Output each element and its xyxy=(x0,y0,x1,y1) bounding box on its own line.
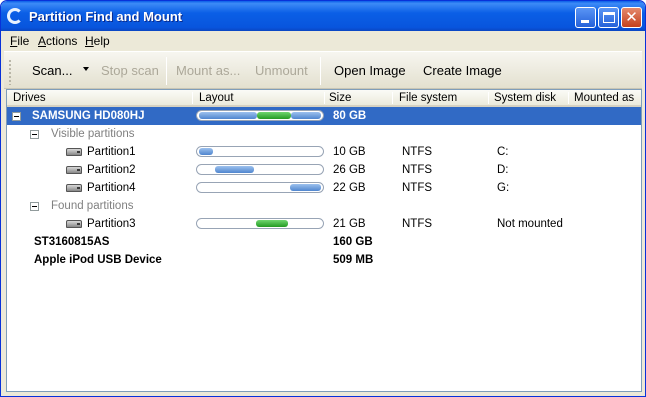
toolbar-separator xyxy=(166,57,167,85)
partition-size: 26 GB xyxy=(333,164,366,176)
column-mounted-as[interactable]: Mounted as xyxy=(574,92,634,104)
partition-name: Partition2 xyxy=(87,164,136,176)
maximize-icon xyxy=(603,12,615,23)
partition-fs: NTFS xyxy=(402,146,433,158)
menu-bar: File Actions Help xyxy=(4,31,642,50)
scan-dropdown-icon[interactable] xyxy=(83,67,89,71)
app-icon xyxy=(7,8,23,24)
layout-segment xyxy=(291,112,321,119)
partition-name: Partition4 xyxy=(87,182,136,194)
toolbar-separator xyxy=(320,57,321,85)
app-window: Partition Find and Mount ✕ File Actions … xyxy=(0,0,646,397)
disk-size: 160 GB xyxy=(333,236,373,248)
scan-button[interactable]: Scan... xyxy=(32,63,72,78)
partition-system-disk: G: xyxy=(497,182,510,194)
unmount-button[interactable]: Unmount xyxy=(255,63,308,78)
minimize-button[interactable] xyxy=(575,7,596,28)
hard-drive-icon xyxy=(66,148,82,156)
collapse-icon[interactable] xyxy=(30,202,39,211)
partition-layout-bar xyxy=(196,164,324,175)
watermark xyxy=(4,41,20,241)
drives-tree-grid[interactable]: Drives Layout Size File system System di… xyxy=(6,89,642,392)
partition-row-3[interactable]: Partition3 21 GB NTFS Not mounted xyxy=(7,215,641,233)
partition-row-1[interactable]: Partition1 10 GB NTFS C: xyxy=(7,143,641,161)
partition-size: 10 GB xyxy=(333,146,366,158)
mount-as-button[interactable]: Mount as... xyxy=(176,63,240,78)
disk-size: 509 MB xyxy=(333,254,374,266)
partition-name: Partition1 xyxy=(87,146,136,158)
disk-size: 80 GB xyxy=(333,110,367,122)
hard-drive-icon xyxy=(66,220,82,228)
partition-row-2[interactable]: Partition2 26 GB NTFS D: xyxy=(7,161,641,179)
disk-name: Apple iPod USB Device xyxy=(34,254,162,266)
partition-fs: NTFS xyxy=(402,182,433,194)
partition-size: 21 GB xyxy=(333,218,366,230)
partition-layout-bar xyxy=(196,146,324,157)
layout-segment xyxy=(199,112,257,119)
partition-size: 22 GB xyxy=(333,182,366,194)
partition-fs: NTFS xyxy=(402,164,433,176)
partition-layout-bar xyxy=(196,218,324,229)
disk-row-samsung[interactable]: SAMSUNG HD080HJ 80 GB xyxy=(7,107,641,125)
menu-actions[interactable]: Actions xyxy=(38,34,77,48)
column-divider xyxy=(324,92,325,104)
hard-drive-icon xyxy=(66,184,82,192)
group-row-found[interactable]: Found partitions xyxy=(7,197,641,215)
minimize-icon xyxy=(581,20,589,23)
open-image-button[interactable]: Open Image xyxy=(334,63,406,78)
maximize-button[interactable] xyxy=(598,7,619,28)
menu-help[interactable]: Help xyxy=(85,34,110,48)
window-title: Partition Find and Mount xyxy=(29,9,183,24)
collapse-icon[interactable] xyxy=(30,130,39,139)
column-size[interactable]: Size xyxy=(329,92,351,104)
toolbar: Scan... Stop scan Mount as... Unmount Op… xyxy=(4,51,642,89)
partition-system-disk: Not mounted xyxy=(497,218,563,230)
layout-segment xyxy=(290,184,321,191)
layout-segment xyxy=(215,166,254,173)
close-button[interactable]: ✕ xyxy=(621,7,642,28)
column-divider xyxy=(488,92,489,104)
partition-name: Partition3 xyxy=(87,218,136,230)
group-label: Found partitions xyxy=(51,200,134,212)
layout-segment xyxy=(199,148,213,155)
title-bar[interactable]: Partition Find and Mount ✕ xyxy=(1,1,645,31)
close-icon: ✕ xyxy=(625,8,638,26)
create-image-button[interactable]: Create Image xyxy=(423,63,502,78)
stop-scan-button[interactable]: Stop scan xyxy=(101,63,159,78)
column-divider xyxy=(192,92,193,104)
column-header-row: Drives Layout Size File system System di… xyxy=(7,90,641,107)
column-file-system[interactable]: File system xyxy=(399,92,457,104)
group-label: Visible partitions xyxy=(51,128,135,140)
partition-fs: NTFS xyxy=(402,218,433,230)
partition-system-disk: C: xyxy=(497,146,509,158)
column-layout[interactable]: Layout xyxy=(199,92,234,104)
layout-segment xyxy=(257,112,291,119)
disk-row-st3160815as[interactable]: ST3160815AS 160 GB xyxy=(7,233,641,251)
disk-name: SAMSUNG HD080HJ xyxy=(32,110,145,122)
column-divider xyxy=(568,92,569,104)
column-divider xyxy=(392,92,393,104)
layout-segment xyxy=(256,220,288,227)
column-system-disk[interactable]: System disk xyxy=(494,92,556,104)
disk-row-apple-ipod[interactable]: Apple iPod USB Device 509 MB xyxy=(7,251,641,269)
partition-system-disk: D: xyxy=(497,164,509,176)
partition-row-4[interactable]: Partition4 22 GB NTFS G: xyxy=(7,179,641,197)
hard-drive-icon xyxy=(66,166,82,174)
group-row-visible[interactable]: Visible partitions xyxy=(7,125,641,143)
disk-layout-bar xyxy=(196,110,324,121)
partition-layout-bar xyxy=(196,182,324,193)
disk-name: ST3160815AS xyxy=(34,236,110,248)
